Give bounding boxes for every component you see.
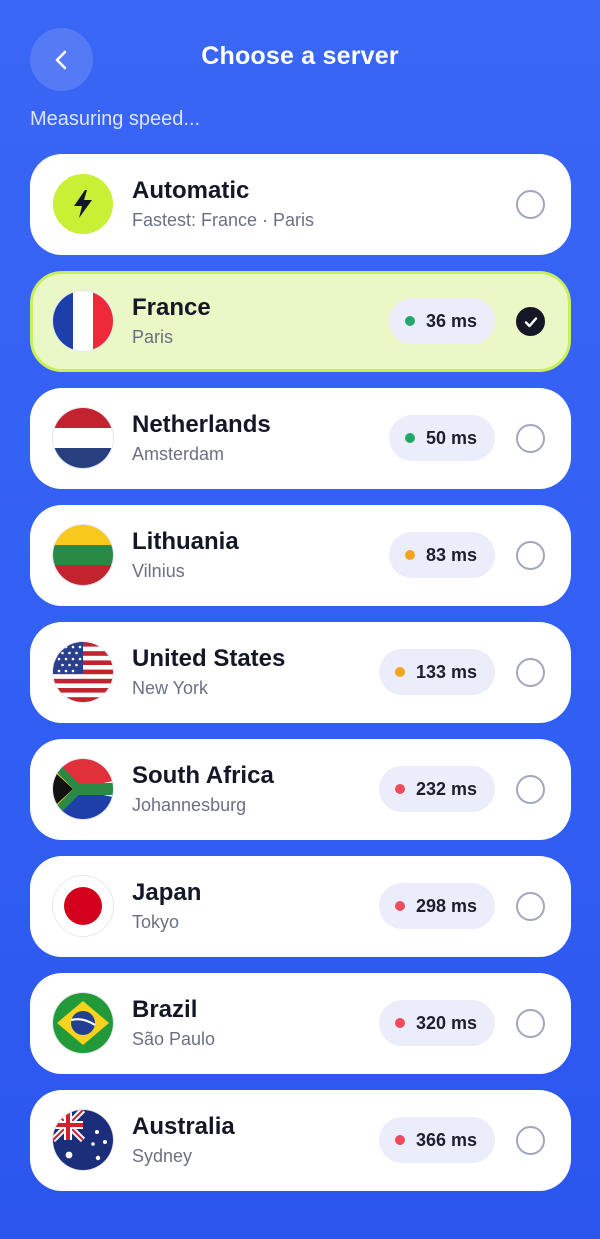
server-name: United States <box>132 645 286 672</box>
france-flag-icon <box>53 291 113 351</box>
ping-status-dot <box>394 784 405 794</box>
radio-button-checked[interactable] <box>516 307 545 336</box>
radio-button[interactable] <box>516 658 545 687</box>
ping-status-dot <box>404 550 415 560</box>
ping-badge: 36 ms <box>388 298 495 344</box>
server-item-brazil[interactable]: Brazil São Paulo 320 ms <box>30 973 571 1074</box>
ping-value: 366 ms <box>415 1129 477 1150</box>
server-list: Automatic Fastest: France · Paris France… <box>30 154 571 1207</box>
server-item-netherlands[interactable]: Netherlands Amsterdam 50 ms <box>30 388 571 489</box>
server-name: Japan <box>132 879 202 906</box>
server-item-australia[interactable]: Australia Sydney 366 ms <box>30 1090 571 1191</box>
ping-badge: 83 ms <box>388 532 495 578</box>
server-sub: Fastest: France · Paris <box>132 210 315 230</box>
server-item-france[interactable]: France Paris 36 ms <box>30 271 571 372</box>
ping-value: 298 ms <box>415 895 477 916</box>
checkmark-icon <box>524 316 537 327</box>
server-city: Vilnius <box>132 561 185 581</box>
lightning-bolt-icon <box>53 174 113 234</box>
server-city: Johannesburg <box>132 795 247 815</box>
radio-button[interactable] <box>516 892 545 921</box>
server-item-united-states[interactable]: United States New York 133 ms <box>30 622 571 723</box>
ping-status-dot <box>394 901 405 911</box>
ping-status-dot <box>394 1135 405 1145</box>
server-name: France <box>132 294 211 321</box>
server-name: Australia <box>132 1113 235 1140</box>
japan-flag-icon <box>53 876 113 936</box>
ping-status-dot <box>404 316 415 326</box>
server-city: Sydney <box>132 1146 193 1166</box>
brazil-flag-icon <box>53 993 113 1053</box>
header: Choose a server Measuring speed... <box>0 0 600 130</box>
ping-badge: 133 ms <box>378 649 495 695</box>
radio-button[interactable] <box>516 1009 545 1038</box>
server-name: Lithuania <box>132 528 239 555</box>
ping-value: 36 ms <box>425 310 477 331</box>
measuring-status: Measuring speed... <box>30 108 201 130</box>
server-city: Tokyo <box>132 912 180 932</box>
server-city: New York <box>132 678 209 698</box>
ping-badge: 320 ms <box>378 1000 495 1046</box>
ping-status-dot <box>394 667 405 677</box>
server-name: Automatic <box>132 177 250 204</box>
ping-status-dot <box>404 433 415 443</box>
server-item-automatic[interactable]: Automatic Fastest: France · Paris <box>30 154 571 255</box>
page-title: Choose a server <box>201 42 399 70</box>
ping-badge: 366 ms <box>378 1117 495 1163</box>
australia-flag-icon <box>53 1110 113 1170</box>
ping-badge: 50 ms <box>388 415 495 461</box>
ping-value: 133 ms <box>415 661 477 682</box>
server-name: South Africa <box>132 762 274 789</box>
ping-badge: 298 ms <box>378 883 495 929</box>
ping-status-dot <box>394 1018 405 1028</box>
server-item-south-africa[interactable]: South Africa Johannesburg 232 ms <box>30 739 571 840</box>
server-city: Paris <box>132 327 174 347</box>
south-africa-flag-icon <box>53 759 113 819</box>
usa-flag-icon <box>53 642 113 702</box>
ping-value: 320 ms <box>415 1012 477 1033</box>
netherlands-flag-icon <box>53 408 113 468</box>
radio-button[interactable] <box>516 1126 545 1155</box>
ping-value: 83 ms <box>425 544 477 565</box>
server-name: Netherlands <box>132 411 271 438</box>
server-city: São Paulo <box>132 1029 216 1049</box>
ping-value: 50 ms <box>425 427 477 448</box>
server-name: Brazil <box>132 996 198 1023</box>
server-city: Amsterdam <box>132 444 225 464</box>
radio-button[interactable] <box>516 775 545 804</box>
radio-button[interactable] <box>516 190 545 219</box>
lithuania-flag-icon <box>53 525 113 585</box>
ping-badge: 232 ms <box>378 766 495 812</box>
server-item-japan[interactable]: Japan Tokyo 298 ms <box>30 856 571 957</box>
server-item-lithuania[interactable]: Lithuania Vilnius 83 ms <box>30 505 571 606</box>
radio-button[interactable] <box>516 541 545 570</box>
ping-value: 232 ms <box>415 778 477 799</box>
radio-button[interactable] <box>516 424 545 453</box>
